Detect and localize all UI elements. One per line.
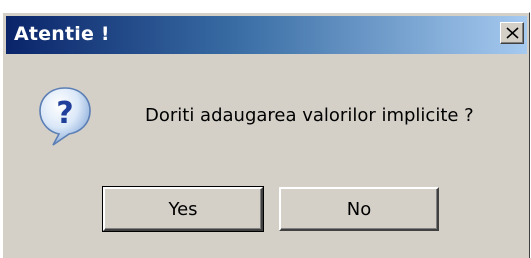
dialog-message: Doriti adaugarea valorilor implicite ? bbox=[145, 105, 474, 126]
question-icon: ? bbox=[39, 87, 91, 146]
yes-button[interactable]: Yes bbox=[102, 186, 264, 232]
no-button[interactable]: No bbox=[279, 187, 439, 231]
svg-text:?: ? bbox=[56, 96, 73, 131]
close-button[interactable] bbox=[500, 22, 524, 44]
close-icon bbox=[506, 27, 519, 39]
dialog-title: Atentie ! bbox=[14, 23, 110, 45]
dialog-titlebar[interactable]: Atentie ! bbox=[6, 16, 527, 54]
confirmation-dialog: Atentie ! ? Doriti adaugarea valorilor i… bbox=[2, 12, 530, 258]
